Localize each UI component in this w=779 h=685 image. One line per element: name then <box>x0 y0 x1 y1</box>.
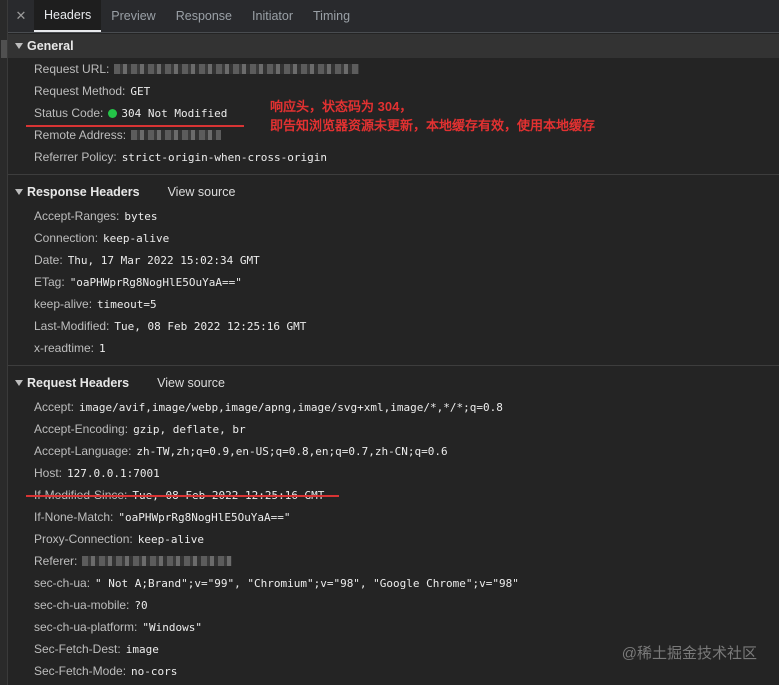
header-row: If-None-Match: "oaPHWprRg8NogHlE5OuYaA==" <box>8 506 779 528</box>
header-row: Proxy-Connection: keep-alive <box>8 528 779 550</box>
header-key: Remote Address: <box>34 128 127 142</box>
header-row: Accept: image/avif,image/webp,image/apng,… <box>8 396 779 418</box>
header-key: sec-ch-ua: <box>34 576 91 590</box>
header-key: Accept-Ranges: <box>34 209 120 223</box>
collapse-triangle-icon[interactable] <box>15 189 23 195</box>
header-value: " Not A;Brand";v="99", "Chromium";v="98"… <box>95 576 519 590</box>
tab-initiator[interactable]: Initiator <box>242 0 303 32</box>
collapse-triangle-icon[interactable] <box>15 43 23 49</box>
header-row: Host: 127.0.0.1:7001 <box>8 462 779 484</box>
redacted-address <box>131 130 222 140</box>
redacted-url <box>114 64 360 74</box>
response-headers-section: Accept-Ranges: bytes Connection: keep-aliv… <box>8 205 779 359</box>
header-value: "oaPHWprRg8NogHlE5OuYaA==" <box>118 510 291 524</box>
header-key: Connection: <box>34 231 99 245</box>
header-value: keep-alive <box>137 532 204 546</box>
tab-bar: ✕ Headers Preview Response Initiator Tim… <box>8 0 779 33</box>
watermark: @稀土掘金技术社区 <box>621 645 757 662</box>
header-row: Accept-Encoding: gzip, deflate, br <box>8 418 779 440</box>
header-key: Referer: <box>34 554 78 568</box>
header-value: GET <box>130 84 151 98</box>
header-key: Request Method: <box>34 84 126 98</box>
header-value: zh-TW,zh;q=0.9,en-US;q=0.8,en;q=0.7,zh-C… <box>136 444 448 458</box>
tab-timing[interactable]: Timing <box>303 0 360 32</box>
gutter-marker <box>1 40 7 58</box>
header-key: Sec-Fetch-Dest: <box>34 642 121 656</box>
header-row: sec-ch-ua-mobile: ?0 <box>8 594 779 616</box>
header-value: Tue, 08 Feb 2022 12:25:16 GMT <box>114 319 307 333</box>
header-key: ETag: <box>34 275 65 289</box>
left-gutter <box>0 0 8 685</box>
header-value: gzip, deflate, br <box>133 422 246 436</box>
header-value: image <box>125 642 159 656</box>
divider <box>8 365 779 366</box>
annotation-line: 即告知浏览器资源未更新，本地缓存有效，使用本地缓存 <box>270 118 596 133</box>
section-title: General <box>27 39 74 53</box>
header-value: strict-origin-when-cross-origin <box>121 150 327 164</box>
header-key: sec-ch-ua-platform: <box>34 620 138 634</box>
header-key: Accept-Encoding: <box>34 422 129 436</box>
section-general-header[interactable]: General <box>8 34 779 58</box>
header-key: keep-alive: <box>34 297 93 311</box>
header-row: Referer: <box>8 550 779 572</box>
header-value: 1 <box>99 341 106 355</box>
header-value: timeout=5 <box>97 297 157 311</box>
header-row: Sec-Fetch-Mode: no-cors <box>8 660 779 682</box>
section-title: Response Headers <box>27 185 140 199</box>
header-value: keep-alive <box>103 231 170 245</box>
header-key: Proxy-Connection: <box>34 532 133 546</box>
header-key: Status Code: <box>34 106 104 120</box>
header-row: ETag: "oaPHWprRg8NogHlE5OuYaA==" <box>8 271 779 293</box>
header-key: Referrer Policy: <box>34 150 117 164</box>
section-response-headers[interactable]: Response Headers View source <box>8 180 779 204</box>
section-title: Request Headers <box>27 376 130 390</box>
header-row: Accept-Language: zh-TW,zh;q=0.9,en-US;q=0… <box>8 440 779 462</box>
header-key: Request URL: <box>34 62 110 76</box>
header-key: sec-ch-ua-mobile: <box>34 598 130 612</box>
header-value: "oaPHWprRg8NogHlE5OuYaA==" <box>69 275 242 289</box>
header-key: Date: <box>34 253 63 267</box>
header-row: Accept-Ranges: bytes <box>8 205 779 227</box>
close-icon[interactable]: ✕ <box>8 0 34 32</box>
if-modified-since-underline <box>26 495 339 497</box>
tab-response[interactable]: Response <box>166 0 242 32</box>
tab-preview[interactable]: Preview <box>101 0 165 32</box>
header-key: Accept: <box>34 400 75 414</box>
annotation-text: 响应头，状态码为 304， 即告知浏览器资源未更新，本地缓存有效，使用本地缓存 <box>270 97 595 135</box>
header-value: no-cors <box>131 664 178 678</box>
status-value: 304 Not Modified <box>121 106 228 120</box>
view-source-link[interactable]: View source <box>168 185 236 199</box>
header-key: Host: <box>34 466 63 480</box>
header-row: Request URL: <box>8 58 779 80</box>
header-key: Last-Modified: <box>34 319 110 333</box>
header-row: keep-alive: timeout=5 <box>8 293 779 315</box>
header-key: Sec-Fetch-Mode: <box>34 664 127 678</box>
view-source-link[interactable]: View source <box>157 376 225 390</box>
header-row: Referrer Policy: strict-origin-when-cros… <box>8 146 779 168</box>
header-value: bytes <box>124 209 158 223</box>
divider <box>8 174 779 175</box>
status-underline <box>26 125 244 127</box>
header-row: Date: Thu, 17 Mar 2022 15:02:34 GMT <box>8 249 779 271</box>
header-row: x-readtime: 1 <box>8 337 779 359</box>
collapse-triangle-icon[interactable] <box>15 380 23 386</box>
header-value: "Windows" <box>142 620 202 634</box>
annotation-line: 响应头，状态码为 304， <box>270 99 413 114</box>
header-value: image/avif,image/webp,image/apng,image/s… <box>79 400 503 414</box>
header-key: x-readtime: <box>34 341 95 355</box>
header-value: Thu, 17 Mar 2022 15:02:34 GMT <box>67 253 260 267</box>
header-row: sec-ch-ua-platform: "Windows" <box>8 616 779 638</box>
header-value: ?0 <box>134 598 148 612</box>
status-ok-icon <box>108 108 118 118</box>
section-request-headers[interactable]: Request Headers View source <box>8 371 779 395</box>
header-row: Last-Modified: Tue, 08 Feb 2022 12:25:16 … <box>8 315 779 337</box>
header-key: Accept-Language: <box>34 444 132 458</box>
header-row: Connection: keep-alive <box>8 227 779 249</box>
redacted-referer <box>82 556 233 566</box>
tab-headers[interactable]: Headers <box>34 0 102 32</box>
header-value: 127.0.0.1:7001 <box>67 466 160 480</box>
header-row: sec-ch-ua: " Not A;Brand";v="99", "Chromi… <box>8 572 779 594</box>
header-key: If-None-Match: <box>34 510 114 524</box>
